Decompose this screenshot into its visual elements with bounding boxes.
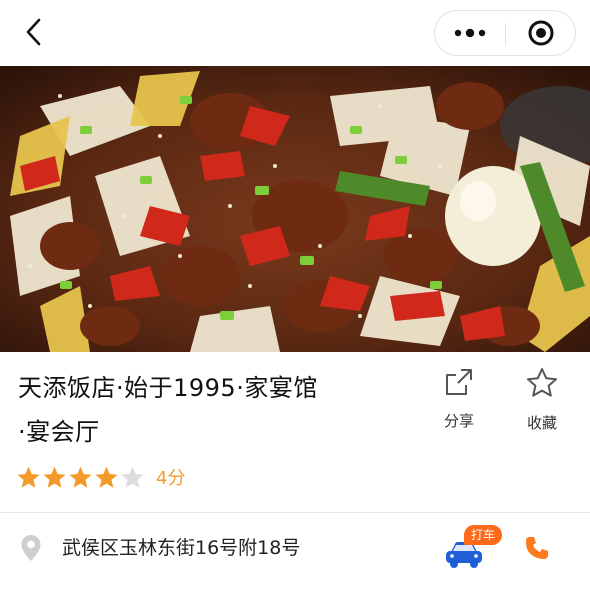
target-circle-icon [528, 20, 554, 46]
more-button[interactable] [435, 11, 505, 55]
more-dots-icon [454, 28, 486, 38]
star-filled-icon [69, 466, 92, 488]
car-icon [446, 542, 482, 568]
location-pin-icon [21, 535, 41, 561]
back-button[interactable] [14, 12, 54, 52]
share-label: 分享 [443, 412, 474, 430]
taxi-button[interactable]: 打车 [444, 525, 510, 571]
rating: 4分 [16, 462, 185, 492]
star-filled-icon [95, 466, 118, 488]
phone-icon [526, 537, 548, 559]
address-text: 武侯区玉林东街16号附18号 [62, 537, 301, 559]
close-button[interactable] [506, 11, 576, 55]
restaurant-title: 天添饭店·始于1995·家宴馆 ·宴会厅 [18, 366, 418, 454]
chevron-left-icon [26, 18, 41, 46]
restaurant-title-line-2: ·宴会厅 [18, 418, 100, 446]
mini-program-capsule [434, 10, 576, 56]
hero-food-image[interactable] [0, 66, 590, 352]
share-button[interactable]: 分享 [429, 366, 489, 436]
share-icon [446, 369, 472, 395]
food-photo [0, 66, 590, 352]
favorite-label: 收藏 [526, 414, 557, 432]
star-empty-icon [121, 466, 144, 488]
star-filled-icon [17, 466, 40, 488]
star-outline-icon [527, 368, 557, 397]
rating-score: 4分 [156, 468, 186, 489]
taxi-badge: 打车 [464, 525, 503, 545]
restaurant-title-line-1: 天添饭店·始于1995·家宴馆 [18, 374, 318, 402]
address-row[interactable]: 武侯区玉林东街16号附18号 打车 [0, 513, 590, 583]
favorite-button[interactable]: 收藏 [512, 366, 572, 436]
top-nav-bar [0, 0, 590, 66]
phone-button[interactable] [522, 533, 552, 563]
rating-stars [16, 465, 146, 490]
star-filled-icon [43, 466, 66, 488]
